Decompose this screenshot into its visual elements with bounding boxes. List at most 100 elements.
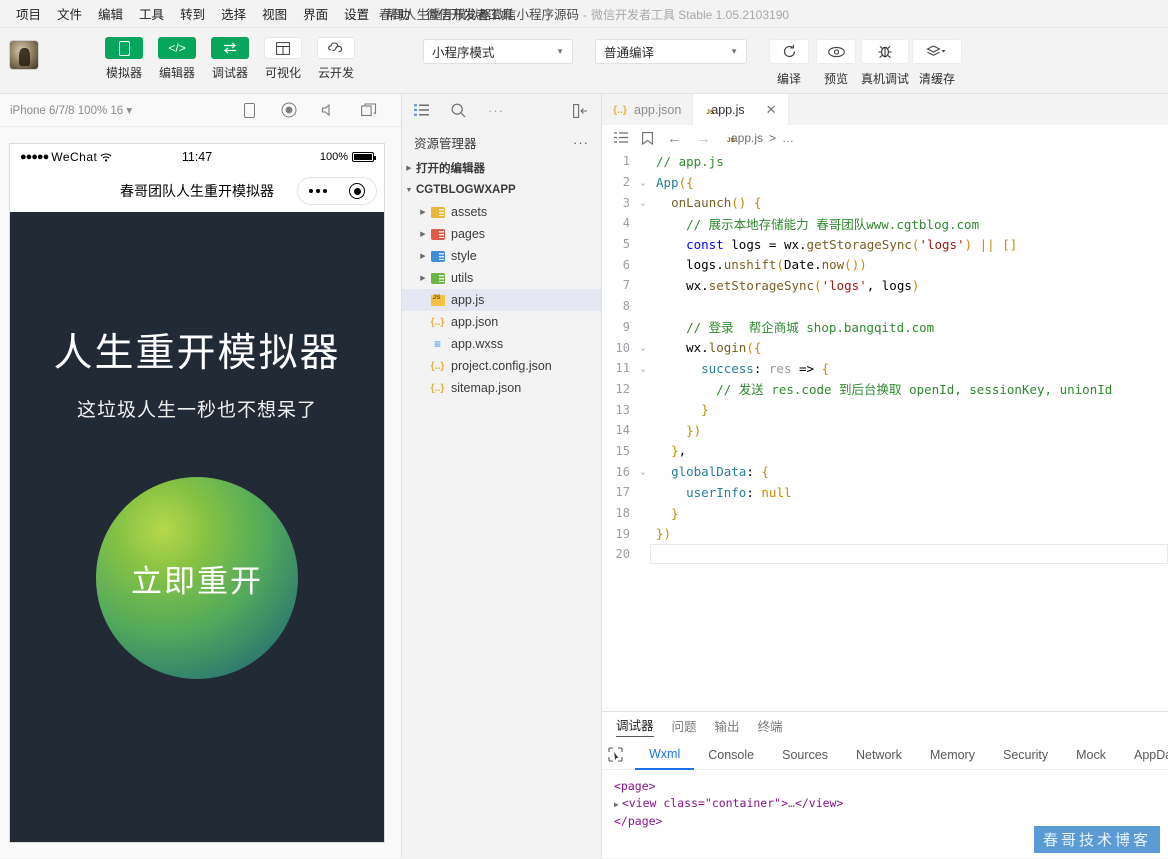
fold-toggle[interactable]: ⌄ <box>636 343 650 352</box>
tree-item-label: style <box>451 249 477 263</box>
compile-button[interactable]: 编译 <box>767 39 811 87</box>
tree-item-style[interactable]: ▶ style <box>402 245 601 267</box>
search-icon[interactable] <box>451 103 466 118</box>
wechat-capsule[interactable] <box>297 177 377 205</box>
devtab-memory[interactable]: Memory <box>916 741 989 769</box>
close-icon[interactable]: ✕ <box>766 102 777 118</box>
devtab-mock[interactable]: Mock <box>1062 741 1120 769</box>
fold-toggle[interactable]: ⌄ <box>636 364 650 373</box>
clear-cache-button[interactable]: 清缓存 <box>912 39 963 87</box>
menu-item-settings[interactable]: 设置 <box>336 0 377 27</box>
inspect-element-icon[interactable] <box>608 747 623 762</box>
toolbar-visualize-button[interactable]: 可视化 <box>260 37 306 81</box>
preview-button[interactable]: 预览 <box>814 39 858 87</box>
toolbar-editor-button[interactable]: </> 编辑器 <box>154 37 200 81</box>
more-icon[interactable]: ··· <box>488 103 504 118</box>
record-icon[interactable] <box>281 102 297 118</box>
devtab-security[interactable]: Security <box>989 741 1062 769</box>
toolbar-simulator-button[interactable]: 模拟器 <box>101 37 147 81</box>
menu-item-project[interactable]: 项目 <box>8 0 49 27</box>
tree-section-project-root[interactable]: ▼ CGTBLOGWXAPP <box>402 179 601 201</box>
forward-arrow-icon[interactable]: → <box>696 130 711 147</box>
tree-item-app-wxss[interactable]: ≡ app.wxss <box>402 333 601 355</box>
tree-section-open-editors[interactable]: ▶ 打开的编辑器 <box>402 157 601 179</box>
code-editor[interactable]: 1 // app.js 2 ⌄ App({ 3 ⌄ onLaunch() { 4 // … <box>602 151 1168 711</box>
collapse-panel-icon[interactable] <box>573 103 589 118</box>
devtab-appdata[interactable]: AppData <box>1120 741 1168 769</box>
bookmark-icon[interactable] <box>642 131 653 145</box>
mode-select[interactable]: 小程序模式 ▼ <box>423 39 573 64</box>
tree-item-label: project.config.json <box>451 359 552 373</box>
mute-icon[interactable] <box>321 102 337 118</box>
compile-select[interactable]: 普通编译 ▼ <box>595 39 747 64</box>
devtab-sources[interactable]: Sources <box>768 741 842 769</box>
close-circle-icon[interactable] <box>349 183 365 199</box>
menu-item-help[interactable]: 帮助 <box>377 0 418 27</box>
menu-item-goto[interactable]: 转到 <box>172 0 213 27</box>
editor-tab-app-js[interactable]: app.js ✕ <box>693 94 789 125</box>
phone-icon <box>105 37 143 59</box>
tab-problems[interactable]: 问题 <box>672 716 697 737</box>
restart-button[interactable]: 立即重开 <box>96 477 298 679</box>
tree-item-pages[interactable]: ▶ pages <box>402 223 601 245</box>
more-dots-icon[interactable] <box>309 189 327 193</box>
explorer-more-icon[interactable]: ··· <box>573 135 589 150</box>
tree-item-utils[interactable]: ▶ utils <box>402 267 601 289</box>
tree-item-assets[interactable]: ▶ assets <box>402 201 601 223</box>
devtools-tab-bar: Wxml Console Sources Network Memory Secu… <box>602 740 1168 770</box>
menu-item-tools[interactable]: 工具 <box>131 0 172 27</box>
device-selector[interactable]: iPhone 6/7/8 100% 16 ▾ <box>10 103 132 117</box>
tree-item-app-json[interactable]: {..} app.json <box>402 311 601 333</box>
fold-toggle[interactable]: ⌄ <box>636 467 650 476</box>
list-icon[interactable] <box>414 104 429 117</box>
chevron-right-icon: ▶ <box>420 253 426 260</box>
devtab-network[interactable]: Network <box>842 741 916 769</box>
status-bar-inner: ●●●●● WeChat 11:47 100% <box>20 150 376 164</box>
miniprogram-title: 人生重开模拟器 <box>53 332 341 375</box>
expand-triangle-icon[interactable]: ▶ <box>614 800 619 809</box>
real-device-debug-button[interactable]: 真机调试 <box>861 39 909 87</box>
fold-toggle[interactable]: ⌄ <box>636 198 650 207</box>
toolbar-debugger-button[interactable]: 调试器 <box>207 37 253 81</box>
project-avatar[interactable] <box>9 40 39 70</box>
back-arrow-icon[interactable]: ← <box>667 130 682 147</box>
menu-item-ui[interactable]: 界面 <box>295 0 336 27</box>
tree-item-app-js[interactable]: app.js <box>402 289 601 311</box>
code-line: 20 <box>602 544 1168 565</box>
breadcrumb[interactable]: app.js > … <box>725 131 794 145</box>
line-number: 8 <box>622 299 630 314</box>
tab-output[interactable]: 输出 <box>715 716 740 737</box>
editor-tab-app-json[interactable]: {..} app.json <box>602 94 694 125</box>
fold-toggle[interactable]: ⌄ <box>636 178 650 187</box>
window-icon[interactable] <box>361 102 377 118</box>
window-title-app: 微信开发者工具 Stable 1.05.2103190 <box>590 8 790 22</box>
tree-item-project-config[interactable]: {..} project.config.json <box>402 355 601 377</box>
menu-item-view[interactable]: 视图 <box>254 0 295 27</box>
menu-item-select[interactable]: 选择 <box>213 0 254 27</box>
file-tree: ▶ 打开的编辑器 ▼ CGTBLOGWXAPP ▶ assets ▶ pages… <box>402 157 601 399</box>
toolbar-compile-select-group: 普通编译 ▼ <box>595 39 747 64</box>
code-text: }, <box>671 443 687 459</box>
devtab-wxml[interactable]: Wxml <box>635 740 695 770</box>
menu-item-devtools[interactable]: 微信开发者工具 <box>418 0 522 27</box>
simulator-toolbar: iPhone 6/7/8 100% 16 ▾ <box>0 94 401 127</box>
code-line: 12 // 发送 res.code 到后台换取 openId, sessionK… <box>602 379 1168 400</box>
tree-item-sitemap[interactable]: {..} sitemap.json <box>402 377 601 399</box>
wxml-line-2-close: </view> <box>794 796 844 810</box>
battery-icon <box>352 152 376 162</box>
line-number: 12 <box>615 381 630 396</box>
phone-rotate-icon[interactable] <box>241 102 257 118</box>
menu-item-file[interactable]: 文件 <box>49 0 90 27</box>
menu-item-edit[interactable]: 编辑 <box>90 0 131 27</box>
toolbar-cloud-button[interactable]: 云开发 <box>313 37 359 81</box>
explorer-title-row: 资源管理器 ··· <box>402 127 601 157</box>
tab-debugger[interactable]: 调试器 <box>616 715 654 737</box>
code-text: wx.login({ <box>656 340 762 356</box>
tab-terminal[interactable]: 终端 <box>758 716 783 737</box>
devtab-console[interactable]: Console <box>694 741 768 769</box>
wxml-line[interactable]: ▶ <view class="container">…</view> <box>614 795 1156 813</box>
preview-button-label: 预览 <box>823 72 848 86</box>
outline-icon[interactable] <box>614 132 628 144</box>
code-line: 18 } <box>602 503 1168 524</box>
tree-item-label: app.json <box>451 315 499 329</box>
